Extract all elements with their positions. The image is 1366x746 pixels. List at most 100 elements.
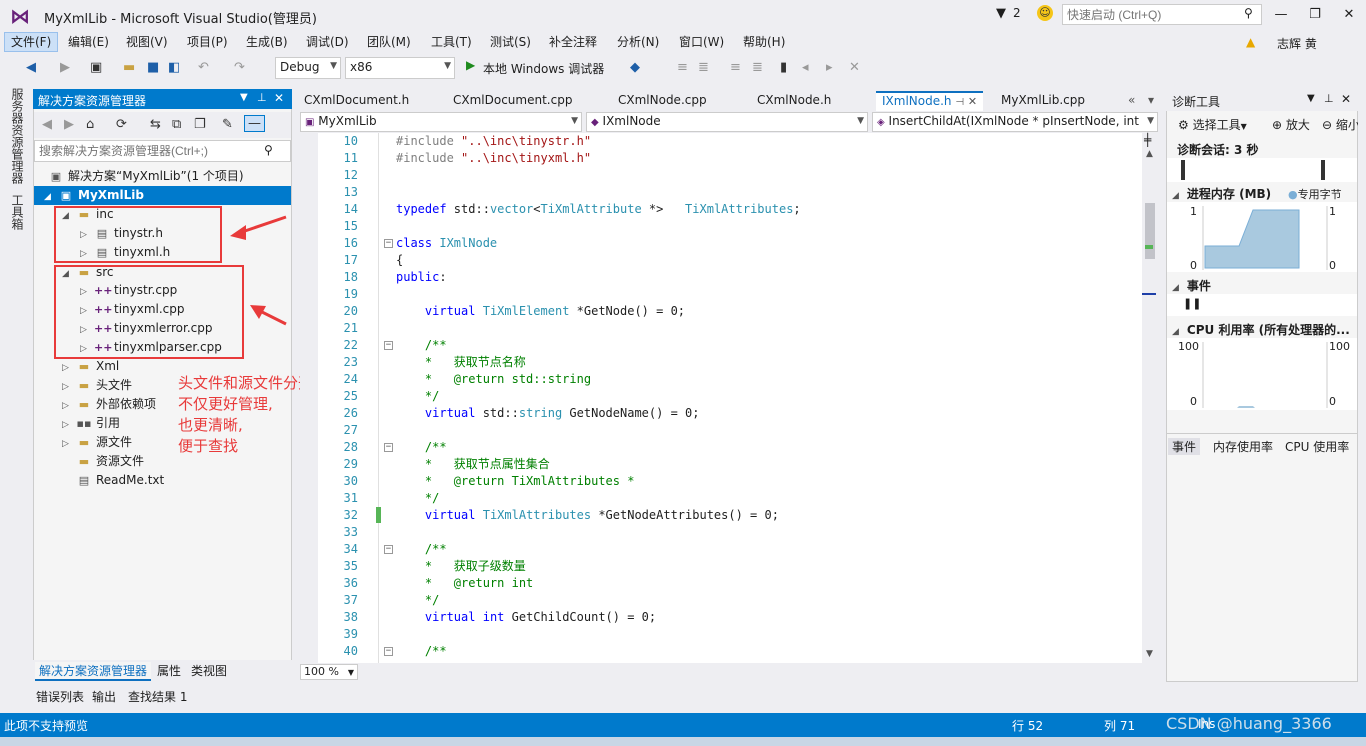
code-line[interactable]: 35 * 获取子级数量 (300, 558, 1140, 575)
code-line[interactable]: 39 (300, 626, 1140, 643)
menu-test[interactable]: 测试(S) (484, 32, 537, 52)
menu-help[interactable]: 帮助(H) (737, 32, 791, 52)
zoom-in-button[interactable]: ⊕ 放大 (1272, 116, 1310, 133)
back-icon[interactable]: ◀ (26, 60, 36, 75)
attach-icon[interactable]: ◆ (630, 60, 640, 75)
project-nav-dropdown[interactable]: ▣ MyXmlLib ▼ (300, 112, 582, 132)
redo-icon[interactable]: ↷ (234, 60, 245, 75)
tab-overflow-icon[interactable]: « (1122, 91, 1141, 111)
code-line[interactable]: 21 (300, 320, 1140, 337)
menu-debug[interactable]: 调试(D) (300, 32, 355, 52)
maximize-button[interactable]: ❐ (1302, 4, 1328, 26)
tab-ixmlnode-h[interactable]: IXmlNode.h ⊣ ✕ (876, 91, 984, 111)
properties-wrench-icon[interactable]: ✎ (222, 117, 233, 132)
member-nav-dropdown[interactable]: ◈ InsertChildAt(IXmlNode * pInsertNode, … (872, 112, 1158, 132)
pin-icon[interactable]: ⊥ (1324, 92, 1334, 105)
platform-dropdown[interactable]: x86 ▼ (345, 57, 455, 79)
prev-bookmark-icon[interactable]: ◂ (802, 60, 809, 75)
tab-solution-explorer[interactable]: 解决方案资源管理器 (35, 662, 152, 681)
menu-window[interactable]: 窗口(W) (673, 32, 730, 52)
tree-item-project[interactable]: ◢ ▣ MyXmlLib (34, 186, 291, 205)
show-all-files-icon[interactable]: ❐ (194, 117, 206, 132)
search-icon[interactable]: ⚲ (1244, 6, 1253, 20)
menu-view[interactable]: 视图(V) (120, 32, 174, 52)
undo-icon[interactable]: ↶ (198, 60, 209, 75)
select-tool-button[interactable]: ⚙ 选择工具▼ (1178, 116, 1247, 133)
cpu-section-header[interactable]: ◢ CPU 利用率 (所有处理器的... (1172, 321, 1356, 338)
menu-edit[interactable]: 编辑(E) (62, 32, 115, 52)
code-line[interactable]: 17{ (300, 252, 1140, 269)
forward-icon[interactable]: ▶ (64, 117, 74, 132)
tree-item-folder[interactable]: ▷ ▬ 头文件 (62, 376, 132, 395)
fold-toggle-icon[interactable]: − (384, 341, 393, 350)
tab-properties[interactable]: 属性 (153, 662, 185, 679)
tab-dropdown-icon[interactable]: ▾ (1142, 91, 1160, 111)
scroll-down-icon[interactable]: ▼ (1146, 649, 1153, 659)
code-line[interactable]: 14 typedef std::vector<TiXmlAttribute *> … (300, 201, 1140, 218)
configuration-dropdown[interactable]: Debug ▼ (275, 57, 341, 79)
new-project-icon[interactable]: ▣ (90, 60, 102, 75)
forward-icon[interactable]: ▶ (60, 60, 70, 75)
timeline-start-handle[interactable] (1181, 160, 1185, 180)
quick-launch-input[interactable] (1062, 4, 1262, 25)
code-line[interactable]: 33 (300, 524, 1140, 541)
notification-count[interactable]: 2 (1013, 6, 1021, 20)
code-line[interactable]: 13 (300, 184, 1140, 201)
menu-analyze[interactable]: 分析(N) (611, 32, 665, 52)
menu-complete-comment[interactable]: 补全注释 (543, 32, 603, 52)
run-debugger-icon[interactable]: ▶ (466, 58, 475, 72)
code-line[interactable]: 32 virtual TiXmlAttributes *GetNodeAttri… (300, 507, 1140, 524)
tab-cxmlnode-cpp[interactable]: CXmlNode.cpp (612, 91, 713, 111)
close-button[interactable]: ✕ (1336, 4, 1362, 26)
home-icon[interactable]: ⌂ (86, 117, 94, 132)
timeline-end-handle[interactable] (1321, 160, 1325, 180)
uncomment-icon[interactable]: ≣ (752, 60, 763, 75)
tab-class-view[interactable]: 类视图 (187, 662, 231, 679)
filter-icon[interactable]: ▼ (996, 6, 1006, 21)
bookmark-icon[interactable]: ▮ (780, 60, 787, 75)
fold-toggle-icon[interactable]: − (384, 443, 393, 452)
editor-horizontal-scrollbar[interactable] (360, 664, 1158, 680)
menu-project[interactable]: 项目(P) (181, 32, 234, 52)
code-line[interactable]: 28− /** (300, 439, 1140, 456)
tab-memory-usage[interactable]: 内存使用率 (1209, 438, 1277, 455)
zoom-dropdown[interactable]: 100 % ▼ (300, 664, 358, 680)
code-line[interactable]: 24 * @return std::string (300, 371, 1140, 388)
timeline-ruler[interactable] (1167, 158, 1357, 182)
feedback-smiley-icon[interactable]: ☺ (1037, 5, 1053, 21)
tab-myxmllib-cpp[interactable]: MyXmlLib.cpp (995, 91, 1091, 111)
tab-cxmldocument-cpp[interactable]: CXmlDocument.cpp (447, 91, 578, 111)
code-line[interactable]: 31 */ (300, 490, 1140, 507)
user-account[interactable]: 志辉 黄 (1277, 35, 1317, 52)
solution-search-input[interactable] (34, 140, 291, 162)
code-line[interactable]: 10 #include "..\inc\tinystr.h" (300, 133, 1140, 150)
menu-tools[interactable]: 工具(T) (425, 32, 478, 52)
code-line[interactable]: 23 * 获取节点名称 (300, 354, 1140, 371)
fold-toggle-icon[interactable]: − (384, 647, 393, 656)
panel-menu-icon[interactable]: ▼ (1307, 93, 1315, 104)
code-line[interactable]: 15 (300, 218, 1140, 235)
code-line[interactable]: 37 */ (300, 592, 1140, 609)
close-icon[interactable]: ✕ (274, 91, 284, 105)
menu-team[interactable]: 团队(M) (361, 32, 417, 52)
run-debugger-button[interactable]: 本地 Windows 调试器 (483, 60, 604, 77)
code-line[interactable]: 25 */ (300, 388, 1140, 405)
history-icon[interactable]: ⟳ (116, 117, 127, 132)
tree-item-references[interactable]: ▷ ▪▪ 引用 (62, 414, 120, 433)
minimize-button[interactable]: — (1268, 4, 1294, 26)
panel-menu-icon[interactable]: ▼ (240, 92, 248, 103)
collapse-icon[interactable]: ⧉ (172, 117, 181, 132)
close-icon[interactable]: ✕ (1341, 92, 1351, 106)
close-icon[interactable]: ✕ (968, 95, 977, 108)
preview-icon[interactable]: — (244, 115, 265, 132)
pause-icon[interactable]: ❚❚ (1183, 297, 1201, 310)
code-line[interactable]: 11 #include "..\inc\tinyxml.h" (300, 150, 1140, 167)
code-line[interactable]: 22− /** (300, 337, 1140, 354)
split-icon[interactable]: ╪ (1144, 133, 1151, 147)
scroll-up-icon[interactable]: ▲ (1146, 149, 1153, 159)
scrollbar-thumb[interactable] (1145, 203, 1155, 259)
open-folder-icon[interactable]: ▬ (123, 60, 135, 75)
code-line[interactable]: 27 (300, 422, 1140, 439)
events-section-header[interactable]: ◢ 事件 (1172, 277, 1211, 294)
sync-icon[interactable]: ⇆ (150, 117, 161, 132)
